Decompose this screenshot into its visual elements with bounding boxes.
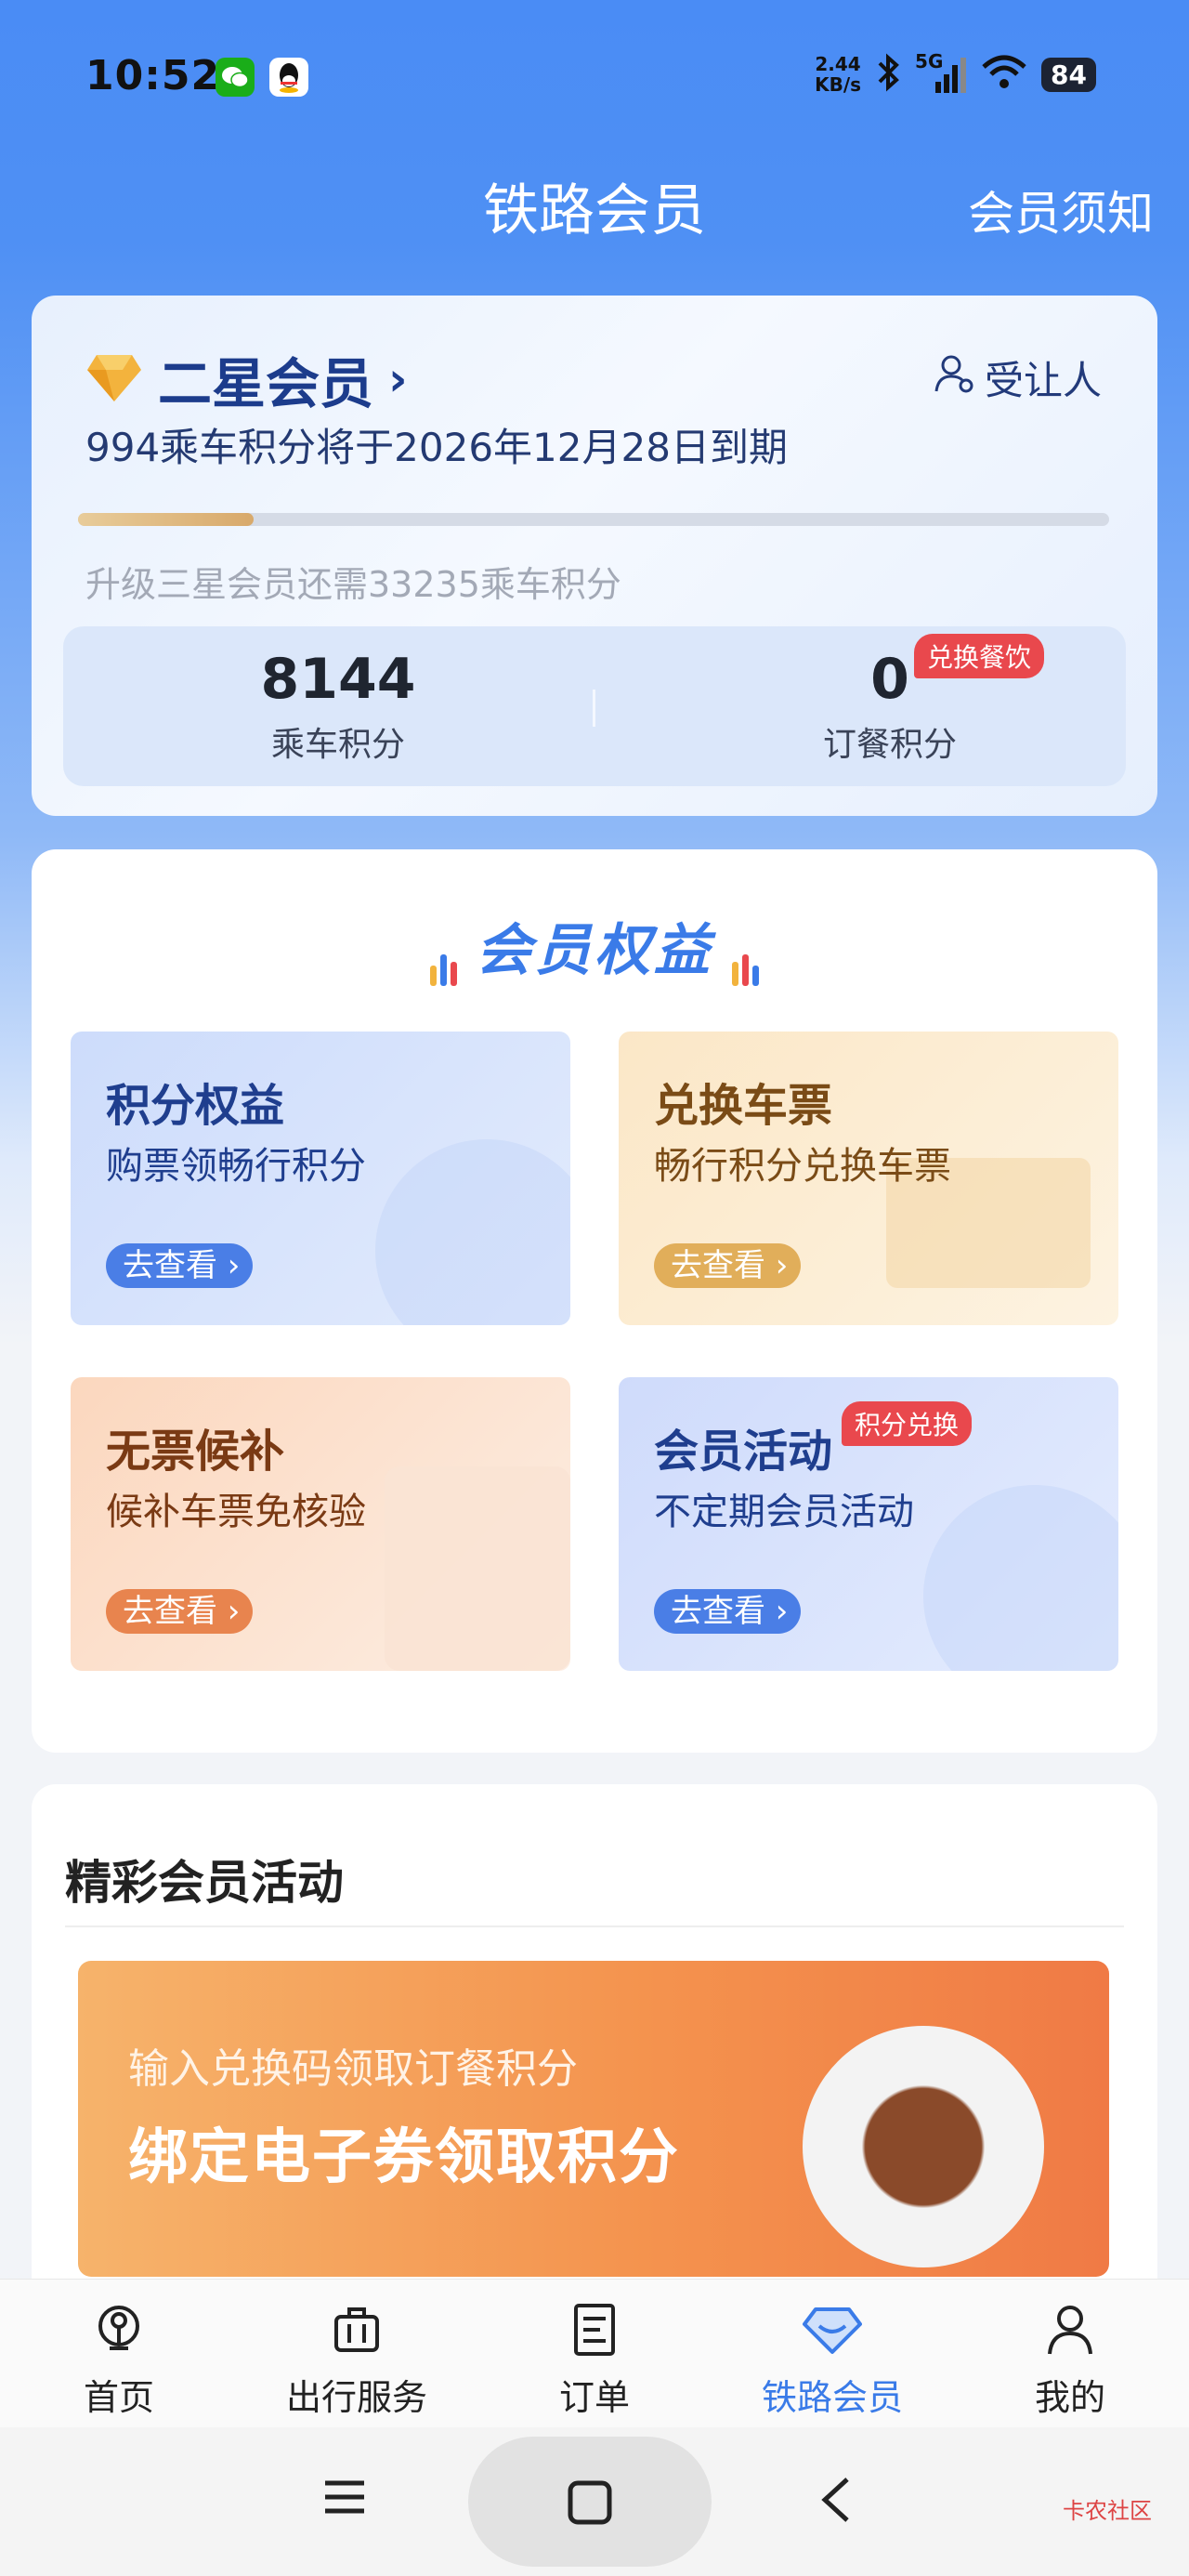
- status-right-group: 2.44 KB/s 5G 84: [815, 50, 1096, 97]
- speed-value: 2.44: [815, 53, 861, 75]
- benefits-heading: 会员权益: [32, 905, 1157, 987]
- member-card: 二星会员 › 受让人 994乘车积分将于2026年12月28日到期 升级三星会员…: [32, 296, 1157, 816]
- banner-title: 绑定电子券领取积分: [128, 2123, 680, 2192]
- status-time: 10:52: [85, 52, 221, 99]
- ride-points-label: 乘车积分: [270, 726, 405, 764]
- system-navigation-bar: 卡农社区: [0, 2427, 1189, 2576]
- status-bar: 10:52 2.44 KB/s 5G 84: [0, 0, 1189, 158]
- transferee-label: 受让人: [984, 358, 1102, 403]
- view-button[interactable]: 去查看 ›: [654, 1243, 802, 1288]
- tile-title: 积分权益: [106, 1080, 285, 1132]
- activities-title: 精彩会员活动: [65, 1856, 344, 1910]
- menu-icon[interactable]: [321, 2474, 368, 2524]
- view-button-label: 去查看: [671, 1247, 765, 1284]
- view-button-label: 去查看: [123, 1247, 217, 1284]
- view-button[interactable]: 去查看 ›: [106, 1243, 254, 1288]
- banner-subtitle: 输入兑换码领取订餐积分: [128, 2045, 578, 2093]
- points-exchange-badge: 积分兑换: [842, 1401, 973, 1446]
- decor-bars-right-icon: [730, 921, 761, 987]
- divider: [65, 1925, 1124, 1927]
- watermark: 卡农社区: [1063, 2498, 1152, 2524]
- tab-mine[interactable]: 我的: [951, 2280, 1189, 2427]
- qq-notification-icon: [269, 58, 308, 97]
- view-button-label: 去查看: [123, 1593, 217, 1630]
- points-benefits-tile[interactable]: 积分权益 购票领畅行积分 去查看 ›: [71, 1032, 570, 1325]
- tile-title: 无票候补: [106, 1426, 285, 1478]
- railway-logo-deco-icon: [375, 1139, 570, 1325]
- member-level: 二星会员: [158, 352, 374, 415]
- member-benefits-section: 会员权益 积分权益 购票领畅行积分 去查看 › 兑换车票 畅行积分兑换车票 去查…: [32, 849, 1157, 1753]
- tab-label: 我的: [1034, 2377, 1105, 2418]
- view-button-label: 去查看: [671, 1593, 765, 1630]
- member-level-link[interactable]: 二星会员 ›: [85, 340, 408, 418]
- ride-points-value: 8144: [260, 647, 416, 712]
- ride-points-item[interactable]: 8144 乘车积分: [199, 647, 477, 766]
- points-summary: 8144 乘车积分 0 订餐积分 兑换餐饮: [63, 626, 1126, 786]
- waitlist-tile[interactable]: 无票候补 候补车票免核验 去查看 ›: [71, 1377, 570, 1671]
- view-button[interactable]: 去查看 ›: [106, 1589, 254, 1634]
- meal-points-label: 订餐积分: [822, 726, 957, 764]
- transferee-button[interactable]: 受让人: [933, 349, 1102, 406]
- phone-ticket-deco-icon: [385, 1466, 570, 1671]
- tab-label: 首页: [83, 2377, 154, 2418]
- gift-bag-deco-icon: [923, 1485, 1118, 1671]
- exchange-ticket-tile[interactable]: 兑换车票 畅行积分兑换车票 去查看 ›: [619, 1032, 1118, 1325]
- upgrade-progress-fill: [78, 513, 254, 526]
- tab-railway-member[interactable]: 铁路会员: [713, 2280, 951, 2427]
- tab-label: 出行服务: [285, 2377, 427, 2418]
- order-icon: [565, 2300, 624, 2359]
- tile-title: 兑换车票: [654, 1080, 833, 1132]
- points-expiry-text: 994乘车积分将于2026年12月28日到期: [85, 425, 788, 470]
- tile-subtitle: 畅行积分兑换车票: [654, 1145, 951, 1188]
- activity-banner[interactable]: 输入兑换码领取订餐积分 绑定电子券领取积分: [78, 1961, 1109, 2277]
- tab-orders[interactable]: 订单: [476, 2280, 713, 2427]
- user-settings-icon: [933, 352, 975, 404]
- back-icon[interactable]: [817, 2474, 855, 2530]
- food-plate-icon: [803, 2026, 1044, 2267]
- redeem-meal-badge[interactable]: 兑换餐饮: [914, 634, 1045, 678]
- upgrade-hint: 升级三星会员还需33235乘车积分: [85, 564, 621, 605]
- bluetooth-icon: [874, 52, 902, 97]
- chevron-right-icon: ›: [388, 352, 408, 406]
- tile-subtitle: 不定期会员活动: [654, 1491, 914, 1533]
- diamond-icon: [803, 2300, 862, 2359]
- tile-subtitle: 购票领畅行积分: [106, 1145, 366, 1188]
- decor-bars-left-icon: [428, 921, 459, 987]
- tab-travel-services[interactable]: 出行服务: [238, 2280, 476, 2427]
- points-divider: [593, 690, 595, 727]
- signal-icon: 5G: [915, 50, 967, 95]
- bottom-tab-bar: 首页 出行服务 订单 铁路会员 我的: [0, 2279, 1189, 2427]
- network-speed: 2.44 KB/s: [815, 54, 861, 95]
- upgrade-progress-bar: [78, 513, 1109, 526]
- benefits-title: 会员权益: [476, 918, 713, 983]
- network-type: 5G: [915, 50, 944, 72]
- tile-title: 会员活动: [654, 1426, 833, 1478]
- tab-home[interactable]: 首页: [0, 2280, 238, 2427]
- speed-unit: KB/s: [815, 73, 862, 96]
- user-icon: [1040, 2300, 1100, 2359]
- luggage-icon: [327, 2300, 386, 2359]
- wechat-notification-icon: [216, 58, 255, 97]
- wifi-icon: [980, 54, 1028, 95]
- view-button[interactable]: 去查看 ›: [654, 1589, 802, 1634]
- member-notice-link[interactable]: 会员须知: [968, 177, 1154, 243]
- square-icon: [567, 2479, 613, 2530]
- tab-label: 铁路会员: [761, 2377, 903, 2418]
- tile-subtitle: 候补车票免核验: [106, 1491, 366, 1533]
- railway-logo-icon: [89, 2300, 149, 2359]
- battery-indicator: 84: [1041, 57, 1096, 92]
- activities-section: 精彩会员活动 输入兑换码领取订餐积分 绑定电子券领取积分: [32, 1784, 1157, 2342]
- diamond-badge-icon: [85, 351, 143, 407]
- tab-label: 订单: [558, 2377, 630, 2418]
